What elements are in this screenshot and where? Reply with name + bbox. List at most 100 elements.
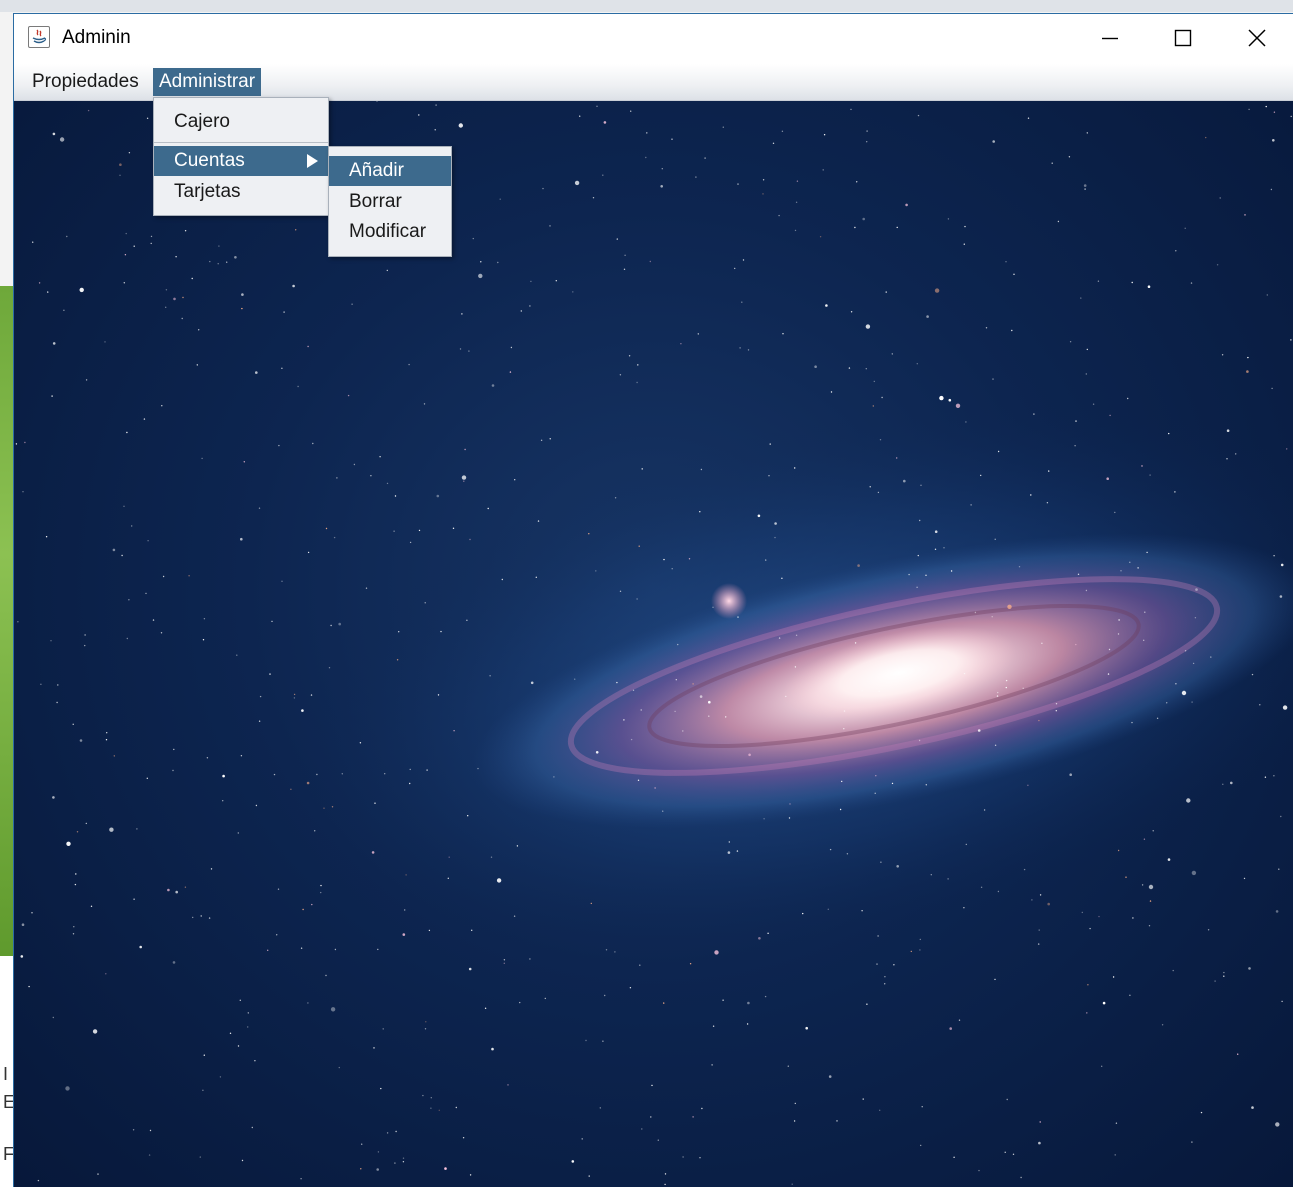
star [251, 1126, 253, 1129]
star [934, 530, 938, 533]
star [916, 363, 918, 365]
star [1149, 474, 1151, 476]
close-icon [1248, 29, 1266, 47]
star [978, 1169, 980, 1172]
star [758, 937, 761, 940]
star [646, 132, 648, 134]
star [1282, 705, 1288, 710]
star [881, 396, 883, 399]
close-button[interactable] [1222, 14, 1292, 62]
star [374, 802, 376, 804]
star [795, 634, 798, 636]
star [1273, 111, 1276, 113]
star [1038, 1141, 1041, 1145]
menu-item-label: Tarjetas [174, 181, 241, 202]
star [330, 1007, 336, 1012]
menu-item-label: Borrar [349, 191, 402, 212]
menu-bar: Propiedades Administrar [14, 64, 1293, 101]
star [1275, 910, 1279, 913]
star [148, 1154, 151, 1156]
star [376, 1168, 380, 1171]
minimize-button[interactable] [1075, 14, 1145, 62]
star [997, 890, 1000, 893]
star [271, 620, 273, 623]
star [466, 619, 468, 621]
star [341, 773, 343, 775]
star [1020, 1176, 1022, 1179]
star [300, 947, 303, 949]
star [149, 1129, 152, 1132]
star [513, 915, 516, 917]
star [125, 232, 127, 235]
star [312, 442, 314, 445]
star [336, 477, 338, 479]
star [1068, 156, 1071, 158]
star [226, 261, 228, 263]
star [996, 695, 999, 697]
star [1264, 776, 1267, 778]
star [727, 851, 731, 854]
menu-administrar[interactable]: Administrar [153, 68, 262, 96]
menu-propiedades[interactable]: Propiedades [26, 68, 145, 96]
star [540, 439, 543, 441]
menu-item-anadir[interactable]: Añadir [329, 156, 451, 186]
star [1248, 108, 1250, 111]
menu-item-modificar[interactable]: Modificar [329, 217, 451, 247]
star [1117, 633, 1120, 635]
star [795, 201, 798, 203]
menu-item-borrar[interactable]: Borrar [329, 187, 451, 217]
star [37, 1179, 40, 1182]
star [1191, 701, 1193, 703]
star [1083, 184, 1087, 187]
star [1132, 917, 1134, 919]
star [714, 950, 719, 955]
star [113, 755, 116, 757]
star [373, 1047, 375, 1049]
star [477, 767, 479, 770]
star [640, 709, 642, 711]
star [1148, 925, 1151, 927]
star [440, 630, 442, 633]
maximize-button[interactable] [1148, 14, 1218, 62]
star [997, 691, 999, 694]
star [380, 1087, 382, 1090]
star [903, 479, 906, 483]
star [458, 123, 463, 128]
menu-item-cuentas[interactable]: Cuentas [154, 146, 328, 176]
star [1084, 188, 1086, 190]
star [692, 1116, 694, 1118]
star [885, 291, 887, 293]
star [529, 305, 531, 307]
menu-item-cajero[interactable]: Cajero [154, 107, 328, 137]
star [908, 573, 910, 576]
star [217, 263, 219, 265]
star [616, 681, 618, 684]
star [663, 1002, 665, 1004]
star [1085, 589, 1088, 592]
java-icon[interactable] [28, 26, 50, 48]
star [1161, 1024, 1164, 1026]
star [934, 548, 937, 550]
star [829, 848, 832, 851]
star [574, 180, 580, 186]
star [59, 137, 65, 142]
star [196, 364, 198, 366]
star [664, 1183, 666, 1186]
star [74, 883, 77, 886]
star [1018, 566, 1021, 568]
star [917, 554, 919, 557]
star [377, 1151, 380, 1153]
star [1039, 1121, 1041, 1123]
title-bar[interactable]: Adminin [14, 14, 1293, 64]
star [325, 527, 328, 530]
star [503, 962, 505, 964]
menu-item-tarjetas[interactable]: Tarjetas [154, 177, 328, 207]
star [243, 461, 245, 463]
star [1266, 294, 1269, 296]
star [623, 268, 626, 270]
star [1235, 453, 1237, 455]
star [85, 822, 88, 825]
star [866, 141, 868, 143]
star [1006, 1098, 1008, 1101]
star [283, 311, 285, 313]
